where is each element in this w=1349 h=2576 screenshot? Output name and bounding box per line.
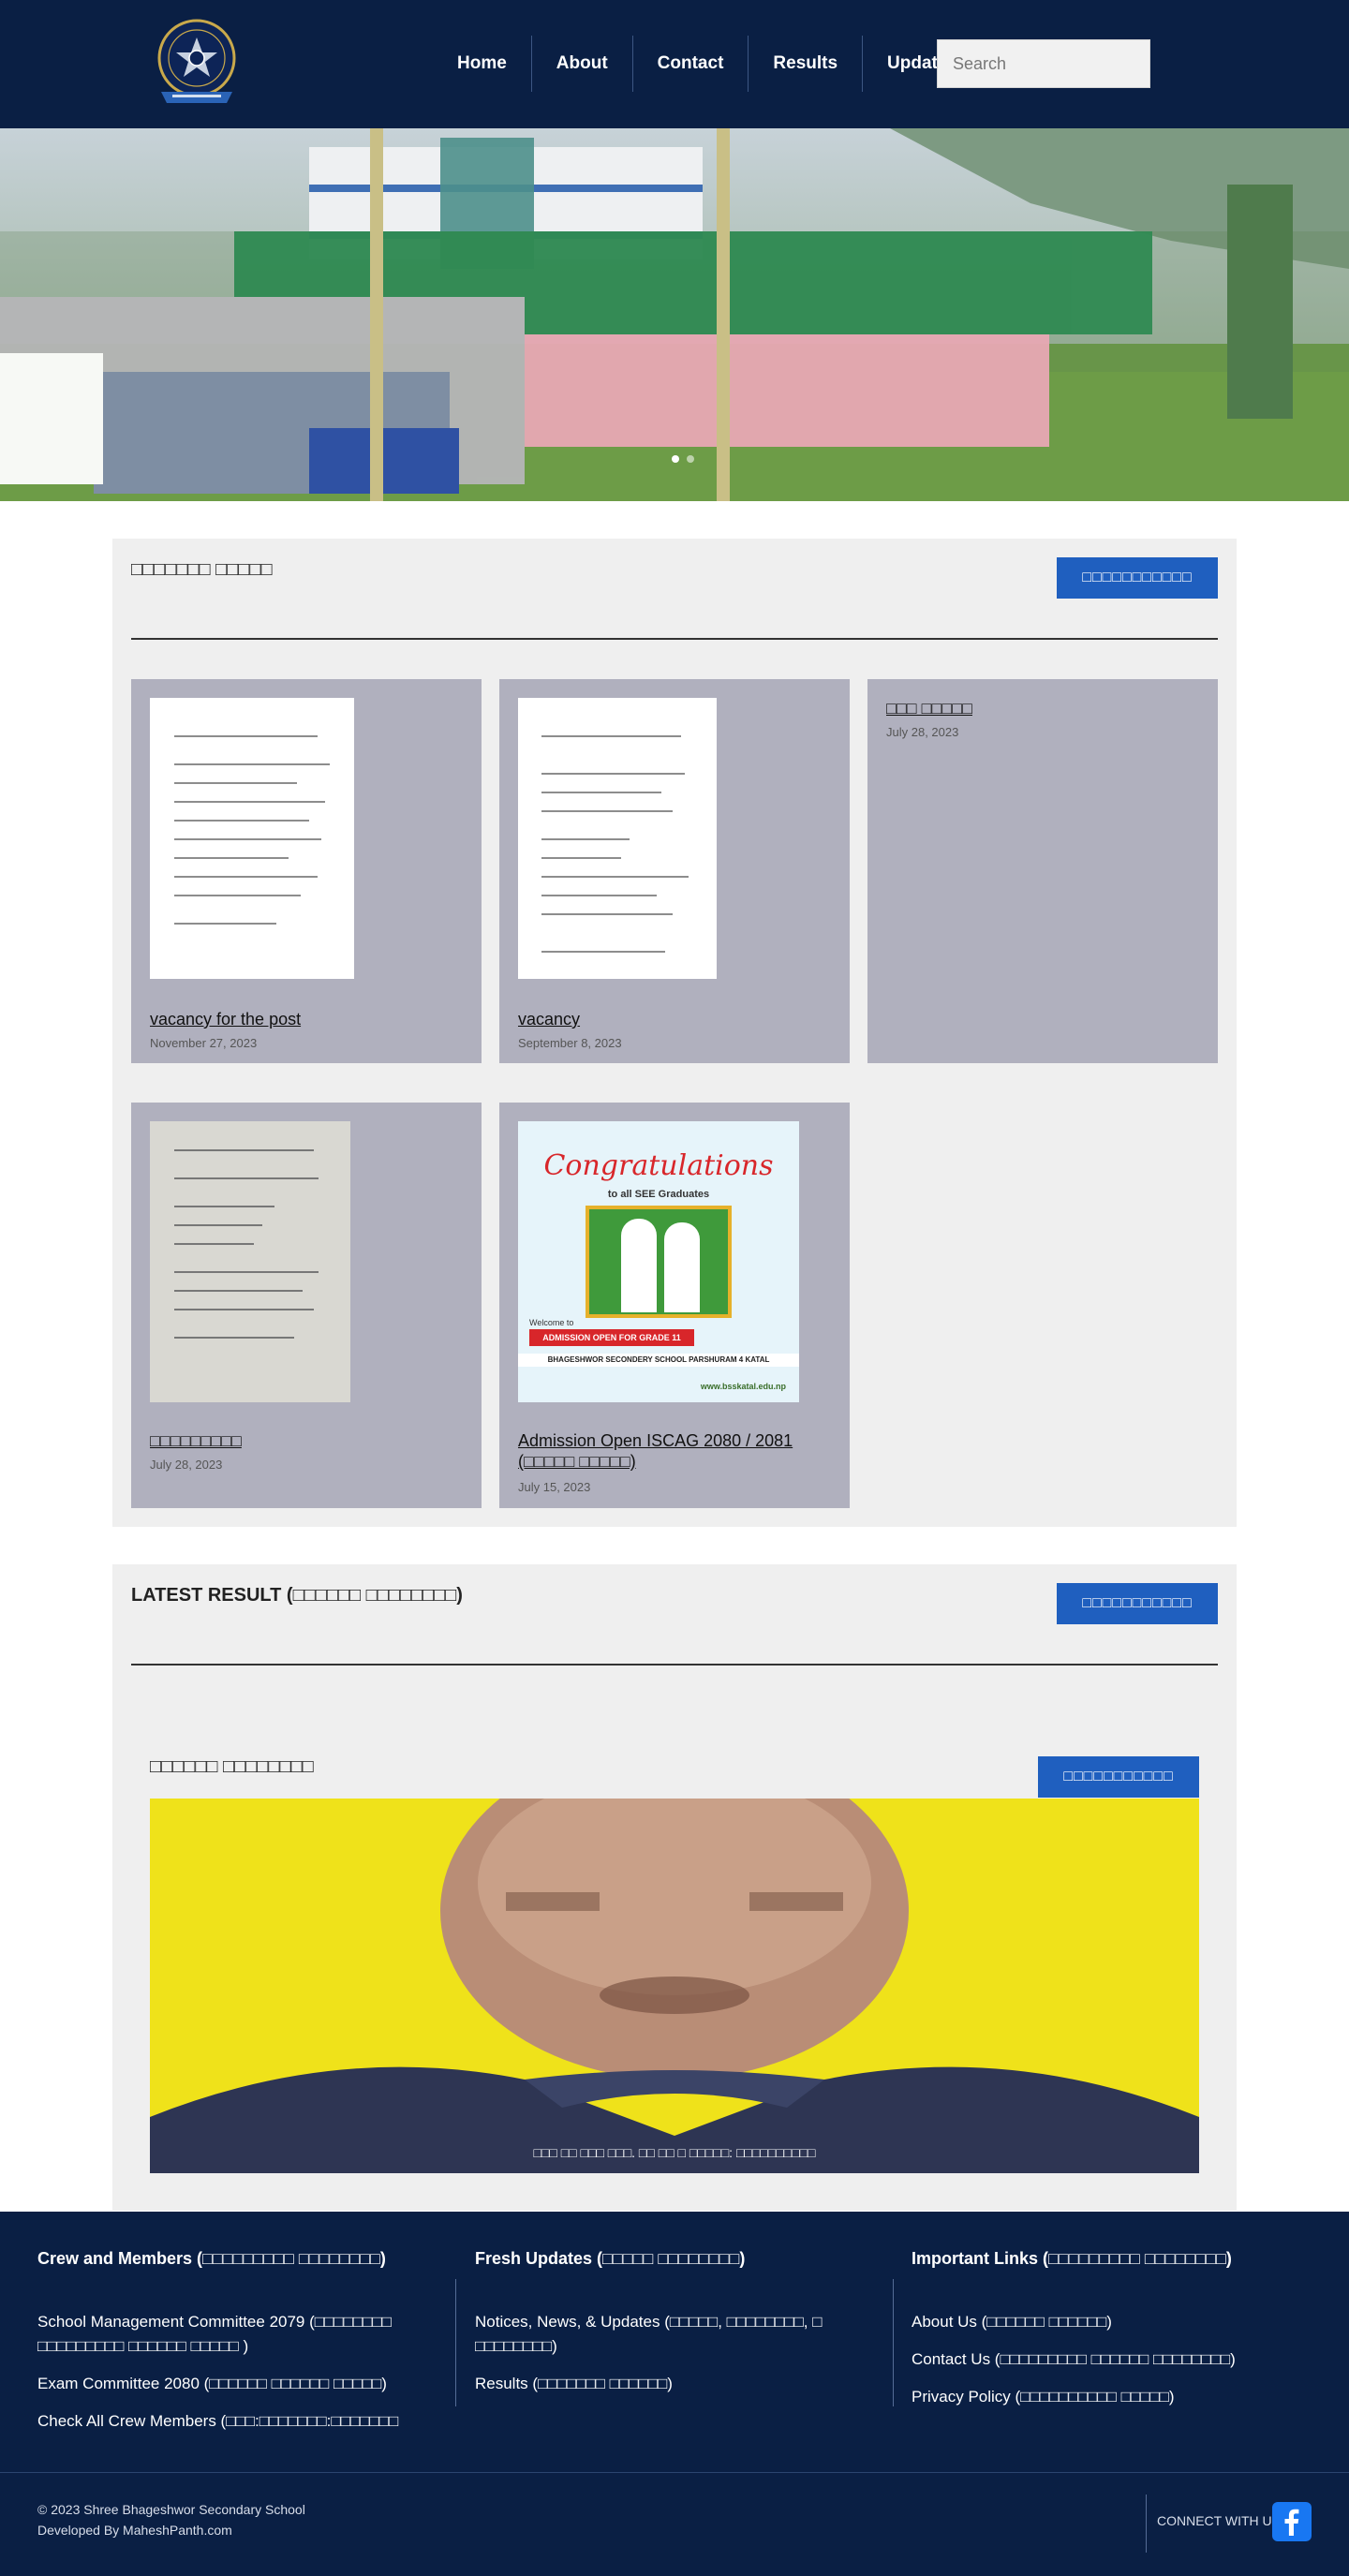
notice-title[interactable]: □□□□□□□□□: [150, 1430, 463, 1451]
footer-link[interactable]: Results (□□□□□□□ □□□□□□): [475, 2372, 868, 2396]
footer-link[interactable]: Contact Us (□□□□□□□□□ □□□□□□ □□□□□□□□): [912, 2347, 1305, 2372]
notices-view-all-button[interactable]: □□□□□□□□□□□: [1057, 557, 1218, 599]
notice-thumbnail: [150, 1121, 350, 1402]
notice-card[interactable]: □□□ □□□□□ July 28, 2023: [867, 679, 1218, 1063]
poster-headline: Congratulations: [543, 1149, 774, 1182]
nav-home[interactable]: Home: [433, 36, 531, 92]
slider-dot-2[interactable]: [687, 455, 694, 463]
notice-title[interactable]: vacancy for the post: [150, 1009, 463, 1029]
result-caption: □□□ □□ □□□ □□□. □□ □□ □ □□□□□: □□□□□□□□□…: [533, 2145, 816, 2160]
school-logo[interactable]: [150, 17, 244, 111]
notice-title[interactable]: vacancy: [518, 1009, 831, 1029]
slider-dot-1[interactable]: [672, 455, 679, 463]
notices-section: □□□□□□□ □□□□□ □□□□□□□□□□□ vacancy for th…: [112, 539, 1237, 1527]
footer-separator: [455, 2279, 456, 2406]
main-nav: Home About Contact Results Updates: [433, 36, 982, 92]
poster-photo: [586, 1206, 732, 1318]
notice-card[interactable]: vacancy for the post November 27, 2023: [131, 679, 482, 1063]
results-section: LATEST RESULT (□□□□□□ □□□□□□□□) □□□□□□□□…: [112, 1564, 1237, 2211]
footer-crew-heading: Crew and Members (□□□□□□□□□ □□□□□□□□): [37, 2249, 386, 2268]
notice-title[interactable]: Admission Open ISCAG 2080 / 2081 (□□□□□ …: [518, 1430, 831, 1472]
footer-link[interactable]: Check All Crew Members (□□□:□□□□□□□:□□□□…: [37, 2409, 431, 2434]
facebook-icon[interactable]: [1272, 2502, 1312, 2541]
results-title: LATEST RESULT (□□□□□□ □□□□□□□□): [131, 1585, 463, 1606]
developer-credit[interactable]: Developed By MaheshPanth.com: [37, 2523, 232, 2538]
nav-about[interactable]: About: [530, 36, 632, 92]
results-divider: [131, 1664, 1218, 1666]
footer-links-heading: Important Links (□□□□□□□□□ □□□□□□□□): [912, 2249, 1232, 2268]
notice-card[interactable]: vacancy September 8, 2023: [499, 679, 850, 1063]
footer-updates-column: Fresh Updates (□□□□□ □□□□□□□□) Notices, …: [475, 2249, 868, 2409]
hero-image: [0, 128, 1349, 501]
footer-link[interactable]: About Us (□□□□□□ □□□□□□): [912, 2310, 1305, 2334]
slider-dots: [672, 455, 694, 463]
notice-thumbnail: [150, 698, 354, 979]
footer-updates-heading: Fresh Updates (□□□□□ □□□□□□□□): [475, 2249, 746, 2268]
nav-contact[interactable]: Contact: [631, 36, 749, 92]
poster-sub: to all SEE Graduates: [607, 1189, 710, 1200]
footer-link[interactable]: Privacy Policy (□□□□□□□□□□ □□□□□): [912, 2385, 1305, 2409]
poster-school: BHAGESHWOR SECONDERY SCHOOL PARSHURAM 4 …: [518, 1354, 799, 1367]
footer-separator: [893, 2279, 894, 2406]
nav-results[interactable]: Results: [748, 36, 862, 92]
footer-link[interactable]: Notices, News, & Updates (□□□□□, □□□□□□□…: [475, 2310, 868, 2359]
hero-slider[interactable]: [0, 128, 1349, 501]
notice-card[interactable]: □□□□□□□□□ July 28, 2023: [131, 1103, 482, 1508]
results-view-all-button[interactable]: □□□□□□□□□□□: [1057, 1583, 1218, 1624]
notice-thumbnail: [518, 698, 717, 979]
footer-link[interactable]: School Management Committee 2079 (□□□□□□…: [37, 2310, 431, 2359]
notice-date: November 27, 2023: [150, 1036, 258, 1050]
notice-date: July 28, 2023: [150, 1458, 223, 1472]
poster-url: www.bsskatal.edu.np: [700, 1382, 786, 1391]
footer-links-column: Important Links (□□□□□□□□□ □□□□□□□□) Abo…: [912, 2249, 1305, 2422]
footer-link[interactable]: Exam Committee 2080 (□□□□□□ □□□□□□ □□□□□…: [37, 2372, 431, 2396]
notices-title: □□□□□□□ □□□□□: [131, 559, 273, 580]
site-header: Home About Contact Results Updates: [0, 0, 1349, 128]
admission-poster: Congratulations to all SEE Graduates Wel…: [518, 1121, 799, 1402]
search-input[interactable]: [937, 39, 1150, 88]
result-panel-view-all-button[interactable]: □□□□□□□□□□□: [1038, 1756, 1199, 1798]
site-footer: Crew and Members (□□□□□□□□□ □□□□□□□□) Sc…: [0, 2212, 1349, 2576]
notice-title[interactable]: □□□ □□□□□: [886, 698, 1199, 718]
notice-card[interactable]: Congratulations to all SEE Graduates Wel…: [499, 1103, 850, 1508]
notices-divider: [131, 638, 1218, 640]
poster-admission: ADMISSION OPEN FOR GRADE 11: [529, 1329, 694, 1346]
portrait-photo: [150, 1799, 1199, 2173]
result-panel-title: □□□□□□ □□□□□□□□: [150, 1756, 314, 1777]
copyright-text: © 2023 Shree Bhageshwor Secondary School: [37, 2502, 305, 2517]
poster-welcome: Welcome to: [529, 1318, 574, 1327]
result-image[interactable]: □□□ □□ □□□ □□□. □□ □□ □ □□□□□: □□□□□□□□□…: [150, 1799, 1199, 2173]
notice-date: September 8, 2023: [518, 1036, 622, 1050]
footer-crew-column: Crew and Members (□□□□□□□□□ □□□□□□□□) Sc…: [37, 2249, 431, 2447]
footer-divider: [0, 2472, 1349, 2473]
notice-date: July 28, 2023: [886, 725, 959, 739]
notice-date: July 15, 2023: [518, 1480, 591, 1494]
connect-label: CONNECT WITH US:: [1157, 2513, 1284, 2528]
footer-separator: [1146, 2495, 1147, 2553]
